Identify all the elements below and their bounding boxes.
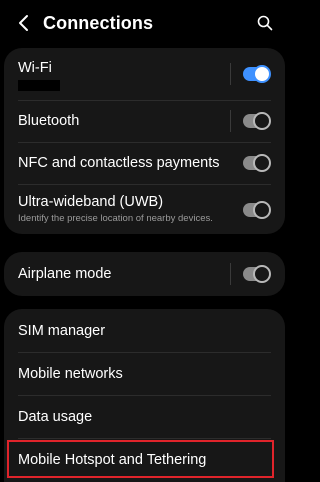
mobile-hotspot-label: Mobile Hotspot and Tethering xyxy=(18,452,207,468)
airplane-card: Airplane mode xyxy=(4,252,285,296)
network-settings-card: Wi-Fi Bluetooth NFC and contactless paym… xyxy=(4,48,285,234)
more-settings-card: SIM manager Mobile networks Data usage M… xyxy=(4,309,285,482)
bluetooth-toggle[interactable] xyxy=(243,112,271,130)
wifi-label: Wi-Fi xyxy=(18,60,52,76)
uwb-toggle[interactable] xyxy=(243,201,271,219)
page-title: Connections xyxy=(43,13,154,33)
search-icon xyxy=(257,15,273,31)
airplane-mode-divider xyxy=(230,263,231,285)
airplane-mode-toggle-knob xyxy=(253,265,271,283)
nfc-toggle[interactable] xyxy=(243,154,271,172)
wifi-toggle[interactable] xyxy=(243,65,271,83)
bluetooth-toggle-knob xyxy=(253,112,271,130)
nfc-label: NFC and contactless payments xyxy=(18,155,220,171)
wifi-row[interactable]: Wi-Fi xyxy=(4,48,285,100)
nfc-toggle-knob xyxy=(253,154,271,172)
data-usage-row[interactable]: Data usage xyxy=(4,395,285,438)
uwb-description: Identify the precise location of nearby … xyxy=(18,213,213,224)
mobile-hotspot-row[interactable]: Mobile Hotspot and Tethering xyxy=(4,438,285,482)
bluetooth-divider xyxy=(230,110,231,132)
bluetooth-label: Bluetooth xyxy=(18,113,80,129)
bluetooth-row[interactable]: Bluetooth xyxy=(4,100,285,142)
uwb-label: Ultra-wideband (UWB) xyxy=(18,194,164,210)
back-button[interactable] xyxy=(12,10,36,36)
wifi-toggle-knob xyxy=(253,65,271,83)
mobile-networks-label: Mobile networks xyxy=(18,366,123,382)
uwb-toggle-knob xyxy=(253,201,271,219)
mobile-networks-row[interactable]: Mobile networks xyxy=(4,352,285,395)
app-header: Connections xyxy=(0,0,290,48)
airplane-mode-toggle[interactable] xyxy=(243,265,271,283)
data-usage-label: Data usage xyxy=(18,409,93,425)
wifi-network-name-redacted xyxy=(18,80,60,91)
airplane-mode-label: Airplane mode xyxy=(18,266,112,282)
back-arrow-icon xyxy=(19,15,28,31)
uwb-row[interactable]: Ultra-wideband (UWB) Identify the precis… xyxy=(4,184,285,234)
airplane-mode-row[interactable]: Airplane mode xyxy=(4,252,285,296)
sim-manager-label: SIM manager xyxy=(18,323,106,339)
wifi-divider xyxy=(230,63,231,85)
sim-manager-row[interactable]: SIM manager xyxy=(4,309,285,352)
nfc-row[interactable]: NFC and contactless payments xyxy=(4,142,285,184)
search-button[interactable] xyxy=(254,12,276,34)
